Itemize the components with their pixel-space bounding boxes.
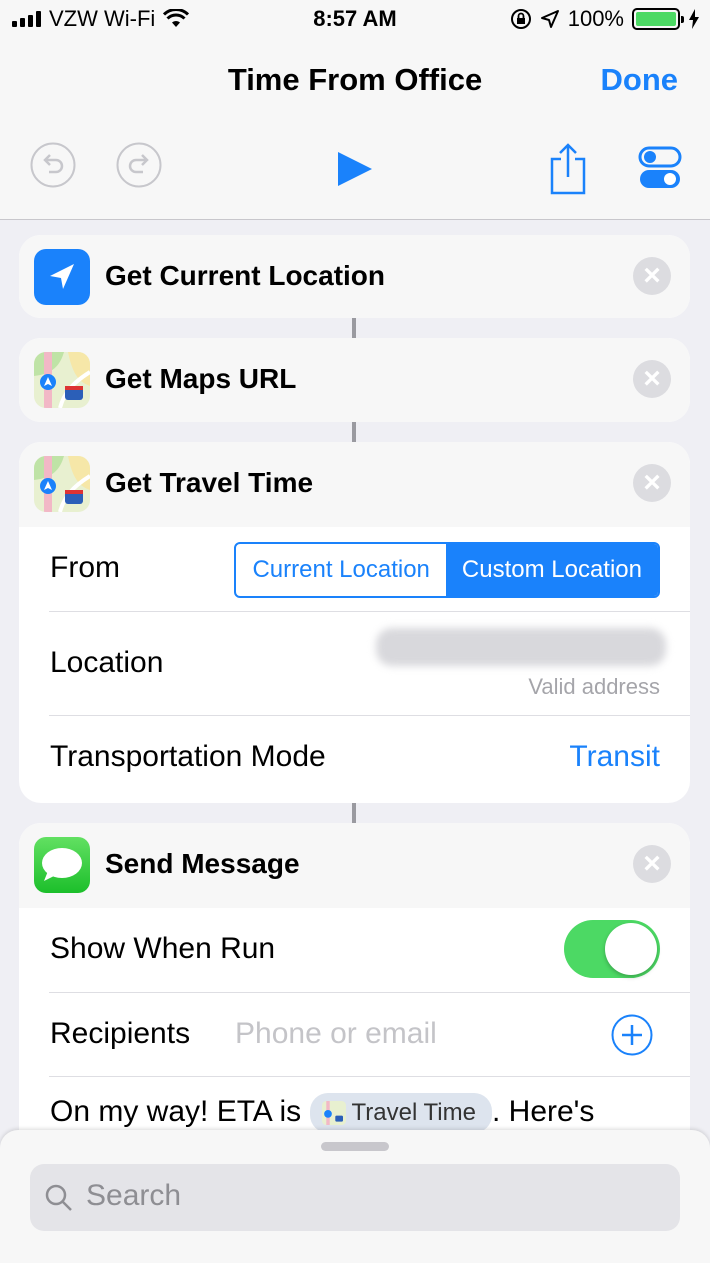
- action-connector: [352, 318, 356, 338]
- action-header: Get Current Location ×: [19, 235, 690, 318]
- message-suffix: . Here's: [491, 1094, 595, 1128]
- action-connector: [352, 803, 356, 823]
- travel-time-variable-label: Travel Time: [351, 1099, 476, 1126]
- action-title: Get Travel Time: [105, 467, 314, 498]
- travel-time-variable[interactable]: Travel Time: [309, 1093, 492, 1133]
- done-button[interactable]: Done: [601, 62, 679, 98]
- recipients-input[interactable]: Phone or email: [235, 1017, 437, 1051]
- settings-toggles-icon[interactable]: [638, 146, 682, 190]
- action-get-current-location[interactable]: Get Current Location ×: [19, 235, 690, 318]
- battery-percent: 100%: [567, 6, 624, 31]
- location-status: Valid address: [528, 674, 660, 699]
- location-services-icon: [540, 10, 559, 28]
- maps-app-icon: [34, 352, 90, 408]
- recipients-row: Recipients Phone or email: [49, 992, 690, 1076]
- remove-action-button[interactable]: ×: [633, 845, 671, 883]
- undo-icon[interactable]: [30, 142, 76, 188]
- maps-app-icon: [34, 456, 90, 512]
- segment-custom-location[interactable]: Custom Location: [445, 544, 658, 596]
- battery-icon: [632, 8, 684, 30]
- location-value-redacted[interactable]: [376, 628, 666, 666]
- charging-bolt-icon: [689, 9, 699, 29]
- remove-action-button[interactable]: ×: [633, 257, 671, 295]
- action-get-maps-url[interactable]: Get Maps URL ×: [19, 338, 690, 422]
- search-field[interactable]: Search: [30, 1164, 680, 1231]
- remove-action-button[interactable]: ×: [633, 360, 671, 398]
- add-recipient-icon[interactable]: [611, 1014, 653, 1056]
- transportation-mode-value[interactable]: Transit: [569, 740, 660, 774]
- status-bar: VZW Wi-Fi 8:57 AM 100%: [0, 0, 710, 40]
- action-title: Send Message: [105, 848, 300, 879]
- navigation-bar: Time From Office Done: [0, 40, 710, 220]
- action-get-travel-time[interactable]: Get Travel Time × From Current Location …: [19, 442, 690, 803]
- actions-bottom-sheet[interactable]: Search: [0, 1130, 710, 1263]
- play-icon[interactable]: [336, 150, 374, 188]
- transportation-mode-row[interactable]: Transportation Mode Transit: [49, 715, 690, 803]
- status-right: 100%: [510, 6, 700, 32]
- messages-app-icon: [34, 837, 90, 893]
- show-when-run-toggle[interactable]: [564, 920, 660, 978]
- action-title: Get Current Location: [105, 260, 386, 291]
- sheet-grabber-handle[interactable]: [321, 1142, 389, 1151]
- from-row: From Current Location Custom Location: [49, 527, 690, 611]
- action-header: Get Maps URL ×: [19, 338, 690, 422]
- action-header: Send Message ×: [19, 823, 690, 908]
- orientation-lock-icon: [510, 9, 531, 29]
- search-icon: [45, 1184, 72, 1211]
- recipients-label: Recipients: [50, 1017, 191, 1050]
- action-title: Get Maps URL: [105, 363, 297, 394]
- location-row[interactable]: Location Valid address: [49, 611, 690, 715]
- message-text[interactable]: On my way! ETA is Travel Time . Here's: [50, 1093, 594, 1133]
- message-prefix: On my way! ETA is: [50, 1094, 302, 1128]
- show-when-run-row: Show When Run: [49, 908, 690, 992]
- redo-icon[interactable]: [116, 142, 162, 188]
- action-send-message[interactable]: Send Message × Show When Run Recipients …: [19, 823, 690, 1143]
- search-placeholder: Search: [86, 1179, 182, 1212]
- action-connector: [352, 422, 356, 442]
- location-arrow-icon: [34, 249, 90, 305]
- transportation-mode-label: Transportation Mode: [50, 740, 326, 773]
- segment-current-location[interactable]: Current Location: [236, 544, 445, 596]
- location-label: Location: [50, 646, 164, 679]
- from-segmented-control[interactable]: Current Location Custom Location: [234, 542, 660, 598]
- from-label: From: [50, 551, 120, 584]
- action-header: Get Travel Time ×: [19, 442, 690, 527]
- show-when-run-label: Show When Run: [50, 932, 276, 965]
- maps-app-icon: [321, 1101, 346, 1125]
- share-icon[interactable]: [548, 143, 588, 195]
- remove-action-button[interactable]: ×: [633, 464, 671, 502]
